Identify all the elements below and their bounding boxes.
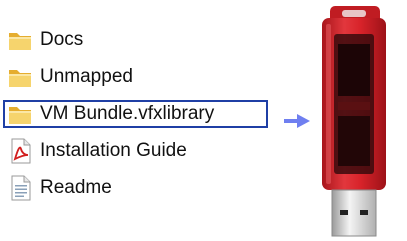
file-item-vm-bundle[interactable]: VM Bundle.vfxlibrary: [3, 100, 268, 128]
usb-flash-drive-icon: [322, 6, 386, 237]
text-document-icon: [11, 175, 31, 201]
file-item-installation-guide[interactable]: Installation Guide: [6, 137, 276, 165]
file-item-docs[interactable]: Docs: [6, 26, 276, 54]
file-list: Docs Unmapped VM Bundle.vfxlibrary Insta…: [3, 26, 276, 211]
file-item-readme[interactable]: Readme: [6, 174, 276, 202]
file-name: Readme: [40, 177, 112, 198]
right-arrow-icon: [284, 114, 310, 128]
file-name: Installation Guide: [40, 140, 187, 161]
folder-icon: [9, 70, 31, 87]
folder-icon: [9, 107, 31, 124]
folder-icon: [9, 33, 31, 50]
file-name: Unmapped: [40, 66, 133, 87]
file-name: Docs: [40, 29, 84, 50]
file-item-unmapped[interactable]: Unmapped: [6, 63, 276, 91]
pdf-icon: [11, 138, 31, 164]
file-name: VM Bundle.vfxlibrary: [40, 103, 215, 124]
